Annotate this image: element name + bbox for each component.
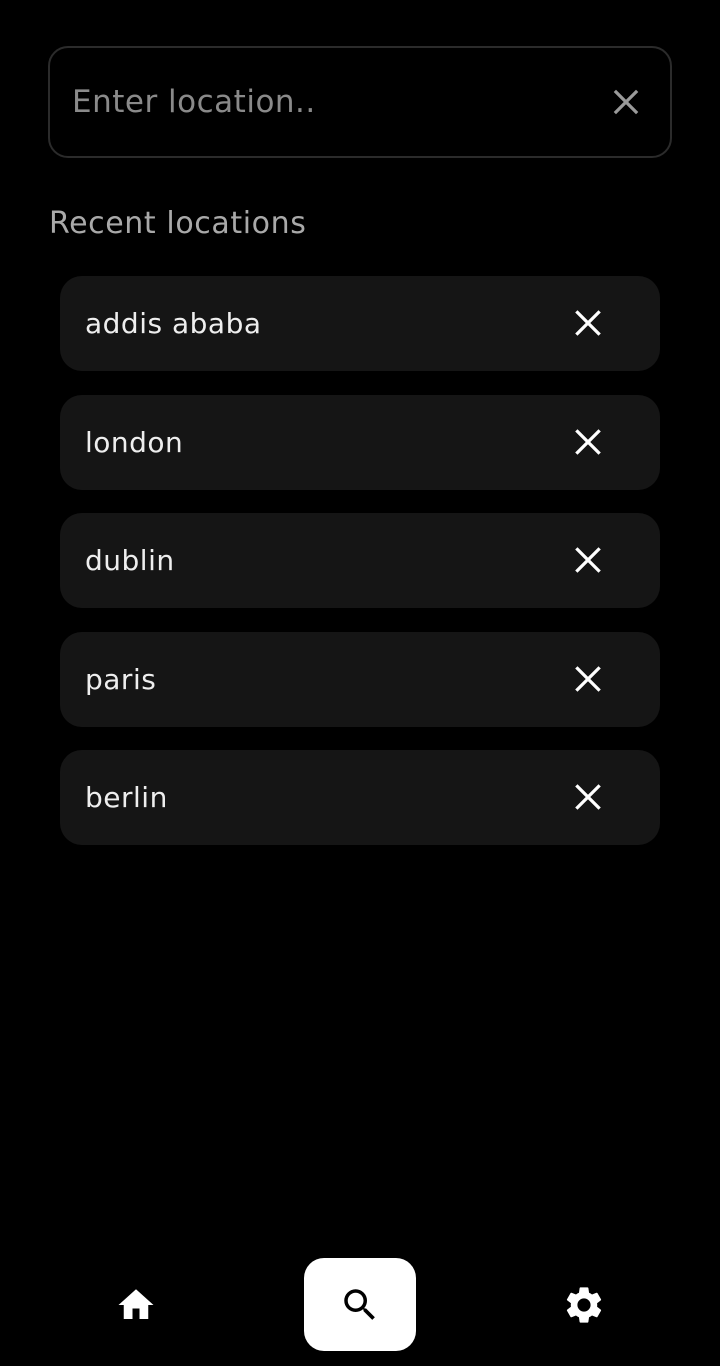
list-item[interactable]: paris — [60, 631, 660, 727]
nav-search-button[interactable] — [304, 1258, 416, 1351]
gear-icon — [566, 1286, 602, 1323]
bottom-navigation — [0, 1258, 720, 1351]
remove-location-button[interactable] — [566, 775, 610, 819]
close-icon — [613, 89, 639, 115]
remove-location-button[interactable] — [566, 538, 610, 582]
close-icon — [575, 547, 601, 573]
list-item[interactable]: dublin — [60, 513, 660, 608]
clear-search-button[interactable] — [602, 78, 650, 126]
remove-location-button[interactable] — [566, 301, 610, 345]
search-screen: Recent locations addis ababa london dubl… — [0, 0, 720, 1366]
close-icon — [575, 428, 601, 455]
search-icon — [344, 1288, 375, 1320]
list-item[interactable]: berlin — [60, 750, 660, 845]
recent-locations-heading: Recent locations — [49, 206, 307, 241]
location-label: dublin — [85, 544, 175, 577]
nav-settings-button[interactable] — [538, 1258, 630, 1351]
remove-location-button[interactable] — [566, 420, 610, 464]
home-icon — [118, 1288, 154, 1319]
nav-home-button[interactable] — [90, 1258, 182, 1351]
location-label: london — [85, 425, 184, 459]
recent-locations-list: addis ababa london dublin paris berlin — [60, 276, 660, 869]
search-box — [48, 46, 672, 158]
location-label: addis ababa — [85, 307, 262, 340]
close-icon — [575, 665, 601, 692]
list-item[interactable]: london — [60, 394, 660, 490]
remove-location-button[interactable] — [566, 657, 610, 701]
list-item[interactable]: addis ababa — [60, 276, 660, 371]
location-label: paris — [85, 662, 157, 696]
close-icon — [575, 310, 601, 336]
location-label: berlin — [85, 781, 168, 814]
location-search-input[interactable] — [72, 48, 572, 156]
close-icon — [575, 784, 601, 810]
